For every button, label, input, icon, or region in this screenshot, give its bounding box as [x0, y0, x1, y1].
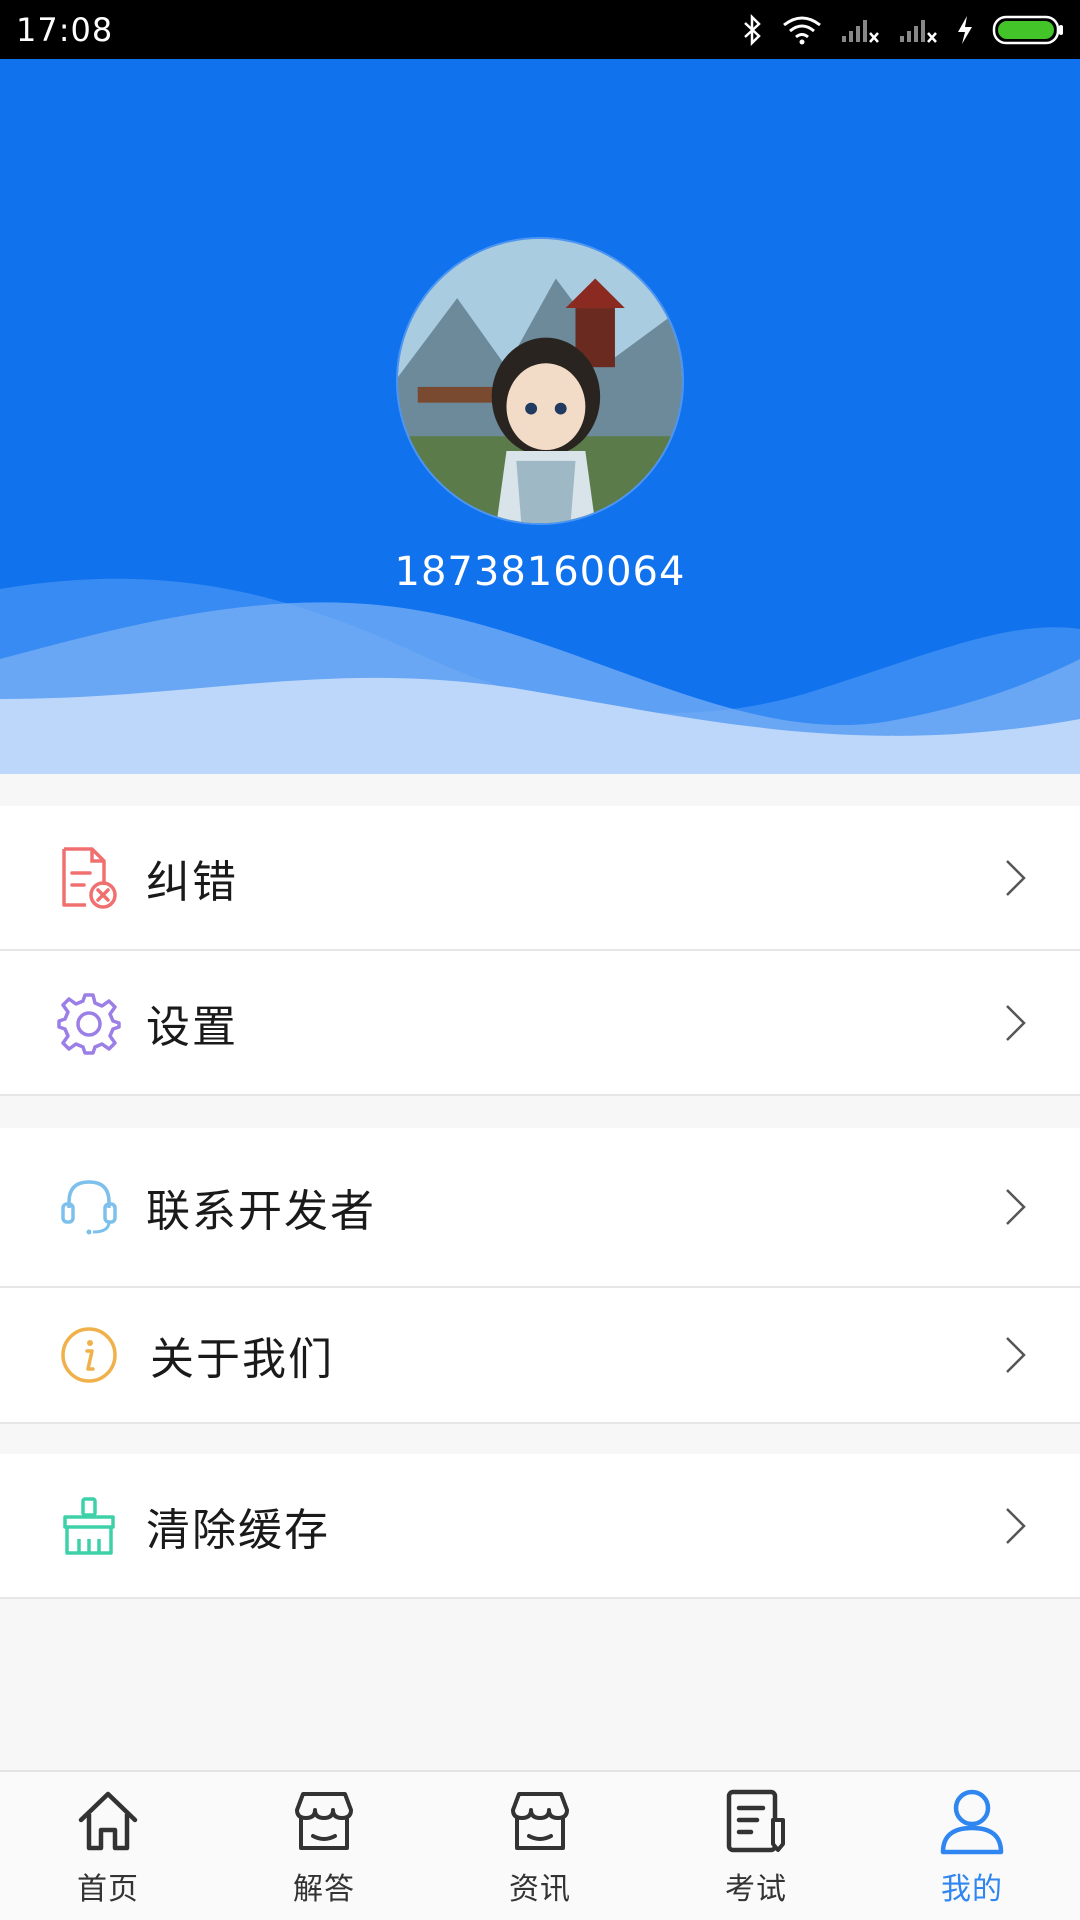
- charging-icon: [958, 15, 972, 44]
- nav-label: 考试: [725, 1872, 787, 1907]
- menu-label: 纠错: [146, 856, 238, 908]
- chevron-right-icon: [1006, 859, 1026, 896]
- menu-label: 关于我们: [150, 1334, 334, 1385]
- error-report-icon: [56, 845, 122, 911]
- wifi-icon: [783, 16, 821, 44]
- nav-item-home[interactable]: 首页: [0, 1772, 216, 1920]
- avatar[interactable]: [396, 237, 684, 525]
- menu-item-contact-developer[interactable]: 联系开发者: [0, 1128, 1080, 1288]
- menu-item-error-report[interactable]: 纠错: [0, 806, 1080, 951]
- avatar-image: [398, 239, 682, 523]
- nav-item-answers[interactable]: 解答: [216, 1772, 432, 1920]
- exam-icon: [726, 1789, 785, 1853]
- nav-item-exam[interactable]: 考试: [648, 1772, 864, 1920]
- status-bar: 17:08: [0, 0, 1080, 59]
- menu-item-about-us[interactable]: 关于我们: [0, 1288, 1080, 1424]
- battery-icon: [992, 15, 1063, 44]
- menu-item-clear-cache[interactable]: 清除缓存: [0, 1454, 1080, 1599]
- nav-label: 首页: [77, 1872, 139, 1907]
- chevron-right-icon: [1006, 1507, 1026, 1544]
- nav-label: 解答: [293, 1872, 355, 1907]
- gear-icon: [56, 990, 122, 1056]
- home-icon: [78, 1791, 138, 1851]
- nav-label: 资讯: [509, 1872, 571, 1907]
- menu-label: 清除缓存: [146, 1504, 330, 1556]
- menu-group-storage: 清除缓存: [0, 1454, 1080, 1599]
- menu-group-support: 联系开发者 关于我们: [0, 1128, 1080, 1424]
- chevron-right-icon: [1006, 1189, 1026, 1225]
- signal-off-icon: [842, 19, 879, 43]
- headset-icon: [56, 1174, 122, 1240]
- menu-label: 联系开发者: [146, 1186, 376, 1237]
- shop-icon: [295, 1792, 353, 1850]
- user-icon: [940, 1789, 1004, 1855]
- status-icons: [742, 13, 1064, 46]
- nav-label: 我的: [941, 1872, 1003, 1907]
- profile-header: 18738160064: [0, 59, 1080, 774]
- signal-off-icon: [900, 19, 937, 43]
- broom-icon: [56, 1493, 122, 1559]
- menu-item-settings[interactable]: 设置: [0, 951, 1080, 1096]
- bluetooth-icon: [744, 13, 761, 46]
- shop-icon: [511, 1792, 569, 1850]
- menu-group-primary: 纠错 设置: [0, 806, 1080, 1096]
- chevron-right-icon: [1006, 1337, 1026, 1373]
- username: 18738160064: [394, 549, 686, 595]
- nav-item-news[interactable]: 资讯: [432, 1772, 648, 1920]
- chevron-right-icon: [1006, 1004, 1026, 1041]
- bottom-nav: 首页 解答 资讯 考试 我的: [0, 1770, 1080, 1920]
- info-icon: [56, 1322, 122, 1388]
- status-time: 17:08: [16, 10, 114, 49]
- nav-item-mine[interactable]: 我的: [864, 1772, 1080, 1920]
- menu-label: 设置: [146, 1001, 238, 1053]
